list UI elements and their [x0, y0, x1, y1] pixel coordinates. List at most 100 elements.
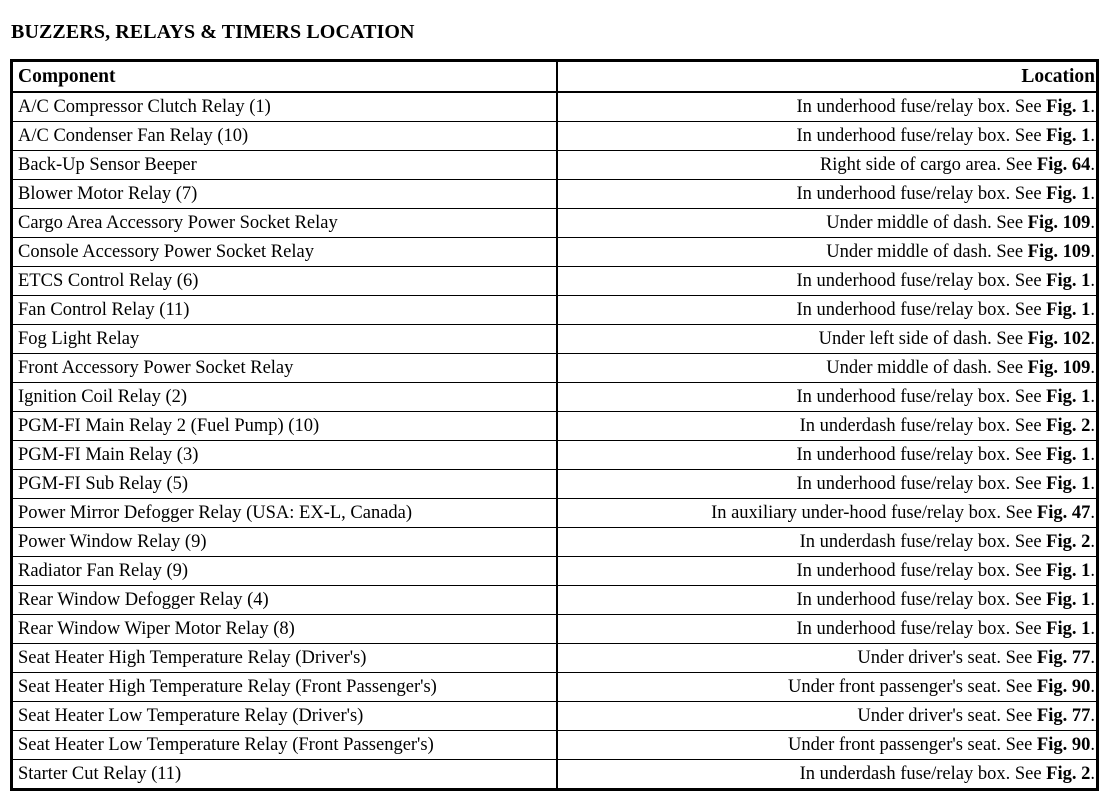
figure-reference: Fig. 64: [1036, 155, 1091, 175]
figure-reference: Fig. 1: [1046, 271, 1091, 291]
table-header: Component Location: [13, 62, 1096, 93]
location-description: In underdash fuse/relay box. See: [799, 416, 1047, 436]
figure-reference: Fig. 2: [1046, 764, 1091, 784]
table-row: Console Accessory Power Socket Relay Unde…: [13, 237, 1096, 267]
cell-location: Right side of cargo area. See Fig. 64.: [557, 150, 1096, 180]
location-text: Under driver's seat. See Fig. 77.: [857, 644, 1101, 672]
location-period: .: [1090, 329, 1095, 349]
location-description: In underhood fuse/relay box. See: [796, 271, 1047, 291]
figure-reference: Fig. 109: [1027, 242, 1091, 262]
table-row: Back-Up Sensor Beeper Right side of cargo…: [13, 150, 1096, 180]
cell-location: Under left side of dash. See Fig. 102.: [557, 324, 1096, 354]
location-text: Under driver's seat. See Fig. 77.: [857, 702, 1101, 730]
figure-reference: Fig. 109: [1027, 213, 1091, 233]
location-period: .: [1090, 445, 1095, 465]
location-text: Under middle of dash. See Fig. 109.: [826, 209, 1101, 237]
cell-location: Under middle of dash. See Fig. 109.: [557, 208, 1096, 238]
cell-component: Fan Control Relay (11): [13, 295, 558, 325]
cell-component: Radiator Fan Relay (9): [13, 556, 558, 586]
figure-reference: Fig. 90: [1036, 735, 1091, 755]
location-description: In underhood fuse/relay box. See: [796, 474, 1047, 494]
cell-component: Console Accessory Power Socket Relay: [13, 237, 558, 267]
table-row: Fog Light Relay Under left side of dash. …: [13, 324, 1096, 354]
location-text: In underhood fuse/relay box. See Fig. 1.: [796, 180, 1101, 208]
cell-location: Under front passenger's seat. See Fig. 9…: [557, 672, 1096, 702]
location-description: In auxiliary under-hood fuse/relay box. …: [711, 503, 1037, 523]
figure-reference: Fig. 47: [1036, 503, 1091, 523]
cell-component: Seat Heater High Temperature Relay (Driv…: [13, 643, 558, 673]
cell-component: Cargo Area Accessory Power Socket Relay: [13, 208, 558, 238]
location-description: In underhood fuse/relay box. See: [796, 590, 1047, 610]
figure-reference: Fig. 90: [1036, 677, 1091, 697]
location-description: In underhood fuse/relay box. See: [796, 300, 1047, 320]
location-period: .: [1090, 416, 1095, 436]
location-description: In underhood fuse/relay box. See: [796, 445, 1047, 465]
table-row: Seat Heater High Temperature Relay (Fron…: [13, 672, 1096, 702]
location-text: In underhood fuse/relay box. See Fig. 1.: [796, 383, 1101, 411]
table-row: Starter Cut Relay (11) In underdash fuse/…: [13, 759, 1096, 789]
location-period: .: [1090, 648, 1095, 668]
location-description: In underhood fuse/relay box. See: [796, 387, 1047, 407]
cell-location: In underhood fuse/relay box. See Fig. 1.: [557, 585, 1096, 615]
figure-reference: Fig. 1: [1046, 184, 1091, 204]
location-description: In underhood fuse/relay box. See: [796, 184, 1047, 204]
figure-reference: Fig. 1: [1046, 590, 1091, 610]
location-text: Under front passenger's seat. See Fig. 9…: [788, 731, 1101, 759]
cell-location: In underhood fuse/relay box. See Fig. 1.: [557, 382, 1096, 412]
table-row: Seat Heater Low Temperature Relay (Front…: [13, 730, 1096, 760]
column-header-component: Component: [13, 62, 558, 93]
table-row: Seat Heater Low Temperature Relay (Drive…: [13, 701, 1096, 731]
figure-reference: Fig. 1: [1046, 619, 1091, 639]
table-row: Front Accessory Power Socket Relay Under …: [13, 353, 1096, 383]
location-text: Under front passenger's seat. See Fig. 9…: [788, 673, 1101, 701]
location-period: .: [1090, 764, 1095, 784]
cell-location: In underhood fuse/relay box. See Fig. 1.: [557, 92, 1096, 122]
table-row: Power Mirror Defogger Relay (USA: EX-L, …: [13, 498, 1096, 528]
location-description: Right side of cargo area. See: [819, 155, 1037, 175]
cell-location: In auxiliary under-hood fuse/relay box. …: [557, 498, 1096, 528]
table-row: Seat Heater High Temperature Relay (Driv…: [13, 643, 1096, 673]
table-row: Radiator Fan Relay (9) In underhood fuse/…: [13, 556, 1096, 586]
table-row: PGM-FI Main Relay 2 (Fuel Pump) (10) In u…: [13, 411, 1096, 441]
cell-component: Fog Light Relay: [13, 324, 558, 354]
table-row: A/C Compressor Clutch Relay (1) In underh…: [13, 92, 1096, 122]
figure-reference: Fig. 1: [1046, 387, 1091, 407]
location-description: Under middle of dash. See: [826, 358, 1028, 378]
location-period: .: [1090, 213, 1095, 233]
location-period: .: [1090, 706, 1095, 726]
location-period: .: [1090, 242, 1095, 262]
location-text: In auxiliary under-hood fuse/relay box. …: [711, 499, 1101, 527]
location-text: In underhood fuse/relay box. See Fig. 1.: [796, 296, 1101, 324]
location-period: .: [1090, 561, 1095, 581]
location-text: In underhood fuse/relay box. See Fig. 1.: [796, 441, 1101, 469]
location-description: Under middle of dash. See: [826, 213, 1028, 233]
location-description: In underhood fuse/relay box. See: [796, 619, 1047, 639]
location-text: In underhood fuse/relay box. See Fig. 1.: [796, 122, 1101, 150]
location-period: .: [1090, 474, 1095, 494]
cell-component: Blower Motor Relay (7): [13, 179, 558, 209]
location-text: In underdash fuse/relay box. See Fig. 2.: [800, 760, 1101, 788]
cell-location: In underdash fuse/relay box. See Fig. 2.: [557, 411, 1096, 441]
cell-location: In underdash fuse/relay box. See Fig. 2.: [557, 760, 1096, 789]
cell-component: A/C Compressor Clutch Relay (1): [13, 92, 558, 122]
location-text: In underhood fuse/relay box. See Fig. 1.: [796, 615, 1101, 643]
location-period: .: [1090, 590, 1095, 610]
location-description: Under front passenger's seat. See: [788, 735, 1037, 755]
cell-component: Ignition Coil Relay (2): [13, 382, 558, 412]
table-row: Rear Window Defogger Relay (4) In underho…: [13, 585, 1096, 615]
page-title: BUZZERS, RELAYS & TIMERS LOCATION: [11, 21, 415, 44]
cell-location: In underhood fuse/relay box. See Fig. 1.: [557, 295, 1096, 325]
location-text: In underhood fuse/relay box. See Fig. 1.: [796, 586, 1101, 614]
figure-reference: Fig. 1: [1046, 445, 1091, 465]
location-period: .: [1090, 155, 1095, 175]
figure-reference: Fig. 1: [1046, 474, 1091, 494]
location-description: In underdash fuse/relay box. See: [799, 532, 1047, 552]
cell-component: PGM-FI Main Relay 2 (Fuel Pump) (10): [13, 411, 558, 441]
location-period: .: [1090, 387, 1095, 407]
location-text: Right side of cargo area. See Fig. 64.: [820, 151, 1101, 179]
location-text: In underhood fuse/relay box. See Fig. 1.: [796, 267, 1101, 295]
location-description: In underhood fuse/relay box. See: [796, 126, 1047, 146]
figure-reference: Fig. 109: [1027, 358, 1091, 378]
location-text: In underhood fuse/relay box. See Fig. 1.: [796, 557, 1101, 585]
location-period: .: [1090, 126, 1095, 146]
